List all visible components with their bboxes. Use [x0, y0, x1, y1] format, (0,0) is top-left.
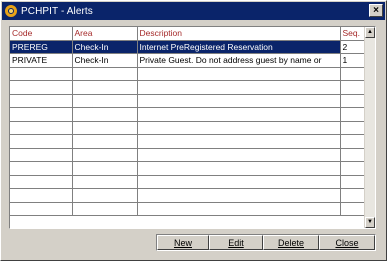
table-row[interactable]: PRIVATE Check-In Private Guest. Do not add…: [10, 53, 367, 68]
cell-area: [72, 188, 138, 203]
empty-table-row[interactable]: [10, 121, 367, 135]
cell-area: Check-In: [72, 53, 138, 68]
empty-table-row[interactable]: [10, 67, 367, 81]
empty-table-row[interactable]: [10, 175, 367, 189]
cell-area: [72, 80, 138, 95]
close-button[interactable]: Close: [319, 235, 375, 250]
cell-description: [137, 67, 341, 81]
cell-area: [72, 161, 138, 176]
alerts-window: PCHPIT - Alerts × Code Area Description …: [0, 0, 387, 261]
edit-button-label: Edit: [228, 237, 244, 248]
column-header-description[interactable]: Description: [137, 27, 341, 41]
vertical-scrollbar[interactable]: ▲ ▼: [364, 27, 375, 228]
cell-seq: [340, 67, 367, 81]
cell-description: Private Guest. Do not address guest by n…: [137, 53, 341, 68]
cell-code: [10, 148, 73, 162]
delete-button[interactable]: Delete: [263, 235, 319, 250]
cell-area: [72, 148, 138, 162]
cell-seq: 2: [340, 40, 367, 54]
cell-description: [137, 188, 341, 203]
cell-description: [137, 161, 341, 176]
cell-seq: [340, 175, 367, 189]
cell-description: [137, 107, 341, 122]
empty-table-row[interactable]: [10, 148, 367, 162]
cell-code: [10, 202, 73, 216]
column-header-seq[interactable]: Seq.: [340, 27, 367, 41]
app-logo-icon: [4, 4, 18, 18]
empty-table-row[interactable]: [10, 94, 367, 108]
cell-description: Internet PreRegistered Reservation: [137, 40, 341, 54]
cell-area: [72, 67, 138, 81]
empty-table-row[interactable]: [10, 161, 367, 176]
cell-seq: [340, 161, 367, 176]
empty-table-row[interactable]: [10, 80, 367, 95]
edit-button[interactable]: Edit: [209, 235, 263, 250]
close-button-label: Close: [335, 237, 359, 248]
cell-seq: [340, 107, 367, 122]
cell-description: [137, 175, 341, 189]
cell-area: [72, 175, 138, 189]
cell-code: [10, 175, 73, 189]
cell-description: [137, 202, 341, 216]
cell-seq: [340, 94, 367, 108]
window-close-button[interactable]: ×: [369, 4, 383, 17]
cell-seq: [340, 202, 367, 216]
cell-code: [10, 94, 73, 108]
alerts-grid: Code Area Description Seq. PREREG Check-I…: [9, 26, 376, 229]
cell-code: PREREG: [10, 40, 73, 54]
empty-table-row[interactable]: [10, 188, 367, 203]
alerts-table: Code Area Description Seq. PREREG Check-I…: [10, 27, 367, 216]
cell-code: [10, 188, 73, 203]
cell-code: [10, 107, 73, 122]
cell-description: [137, 148, 341, 162]
empty-table-row[interactable]: [10, 134, 367, 149]
window-title: PCHPIT - Alerts: [21, 5, 93, 17]
cell-area: [72, 202, 138, 216]
title-bar[interactable]: PCHPIT - Alerts ×: [2, 2, 385, 20]
cell-code: PRIVATE: [10, 53, 73, 68]
cell-description: [137, 80, 341, 95]
scroll-up-icon[interactable]: ▲: [365, 27, 375, 38]
cell-seq: 1: [340, 53, 367, 68]
empty-table-row[interactable]: [10, 202, 367, 216]
delete-button-label: Delete: [277, 237, 304, 248]
button-bar: New Edit Delete Close: [156, 234, 376, 251]
cell-code: [10, 134, 73, 149]
cell-area: [72, 121, 138, 135]
cell-area: [72, 107, 138, 122]
cell-description: [137, 121, 341, 135]
empty-table-row[interactable]: [10, 107, 367, 122]
cell-seq: [340, 80, 367, 95]
cell-description: [137, 94, 341, 108]
scroll-down-icon[interactable]: ▼: [365, 217, 375, 228]
cell-area: [72, 134, 138, 149]
cell-seq: [340, 148, 367, 162]
table-row[interactable]: PREREG Check-In Internet PreRegistered Res…: [10, 40, 367, 54]
new-button-label: New: [173, 237, 192, 248]
cell-code: [10, 67, 73, 81]
cell-seq: [340, 134, 367, 149]
cell-seq: [340, 121, 367, 135]
cell-area: [72, 94, 138, 108]
cell-description: [137, 134, 341, 149]
cell-code: [10, 161, 73, 176]
new-button[interactable]: New: [157, 235, 209, 250]
cell-area: Check-In: [72, 40, 138, 54]
cell-code: [10, 80, 73, 95]
cell-code: [10, 121, 73, 135]
cell-seq: [340, 188, 367, 203]
column-header-code[interactable]: Code: [10, 27, 73, 41]
header-row: Code Area Description Seq.: [10, 27, 367, 41]
column-header-area[interactable]: Area: [72, 27, 138, 41]
